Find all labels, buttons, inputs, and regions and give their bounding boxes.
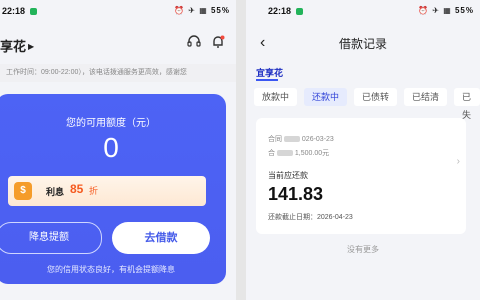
principal-value: 1,500.00元 [294,150,330,157]
notice-text: 工作时间：09:00-22:00），该电话拨通服务更高效，感谢您 [6,69,187,76]
tab-lending[interactable]: 放款中 [254,88,298,106]
borrow-button[interactable]: 去借款 [112,222,210,254]
contract-row: 合同 026-03-23 [268,134,334,144]
brand-selector[interactable]: 享花 ▶ [0,36,34,55]
money-bag-icon: $ [14,182,32,200]
redacted-block [283,136,300,142]
page-title: 借款记录 [338,37,387,51]
available-limit-label: 您的可用额度（元） [66,118,156,129]
notice-bar: 工作时间：09:00-22:00），该电话拨通服务更高效，感谢您 [0,64,236,82]
status-bar: 22:18 ⏰ ✈ ▦ 55% [0,6,236,20]
brand-tab-underline [256,79,278,81]
tab-transferred[interactable]: 已债转 [354,88,398,106]
brand-tab[interactable]: 宜享花 [256,66,283,79]
status-bar: 22:18 ⏰ ✈ ▦ 55% [246,6,480,20]
raise-limit-button[interactable]: 降息提额 [0,222,102,254]
no-more-text: 没有更多 [347,245,379,254]
bell-icon[interactable] [210,34,226,50]
status-icons: ⏰ ✈ ▦ 55% [418,6,474,15]
headset-icon[interactable] [186,34,202,50]
interest-banner[interactable]: $ 利息 85 折 [8,176,206,206]
contract-label: 合同 [268,136,282,143]
interest-label: 利息 [46,187,65,197]
app-indicator [30,8,37,15]
status-time: 22:18 [268,6,292,16]
caret-right-icon: ▶ [28,42,35,51]
app-indicator [296,8,303,15]
chevron-right-icon: › [456,156,460,167]
principal-row: 合 1,500.00元 [268,148,329,158]
status-icons: ⏰ ✈ ▦ 55% [174,6,230,15]
credit-card: 您的可用额度（元） 0 $ 利息 85 折 降息提额 去借款 您的信用状态良好，… [0,94,226,284]
tab-repaying[interactable]: 还款中 [304,88,348,106]
tab-settled[interactable]: 已结清 [404,88,448,106]
tab-failed[interactable]: 已失 [454,88,480,120]
right-screen: 22:18 ⏰ ✈ ▦ 55% ‹ 借款记录 宜享花 放款中 还款中 已债转 已… [246,0,480,300]
status-time: 22:18 [2,6,26,16]
due-amount: 141.83 [268,184,324,204]
redacted-block [276,150,293,156]
principal-label: 合 [268,150,275,157]
brand-label: 享花 [0,39,27,54]
credit-status-text: 您的信用状态良好，有机会提额降息 [47,265,175,274]
contract-date: 026-03-23 [301,136,334,143]
available-limit-amount: 0 [103,132,119,163]
due-label: 当前应还款 [268,171,308,180]
deadline-text: 还款截止日期：2026-04-23 [268,214,353,221]
interest-suffix: 折 [89,186,99,196]
loan-record-card[interactable]: 合同 026-03-23 合 1,500.00元 › 当前应还款 141.83 … [256,118,466,234]
interest-discount: 85 [70,182,84,196]
status-tabs: 放款中 还款中 已债转 已结清 已失 [246,88,480,120]
left-screen: 22:18 ⏰ ✈ ▦ 55% 享花 ▶ 工作时间：09:00-22:00），该电… [0,0,236,300]
